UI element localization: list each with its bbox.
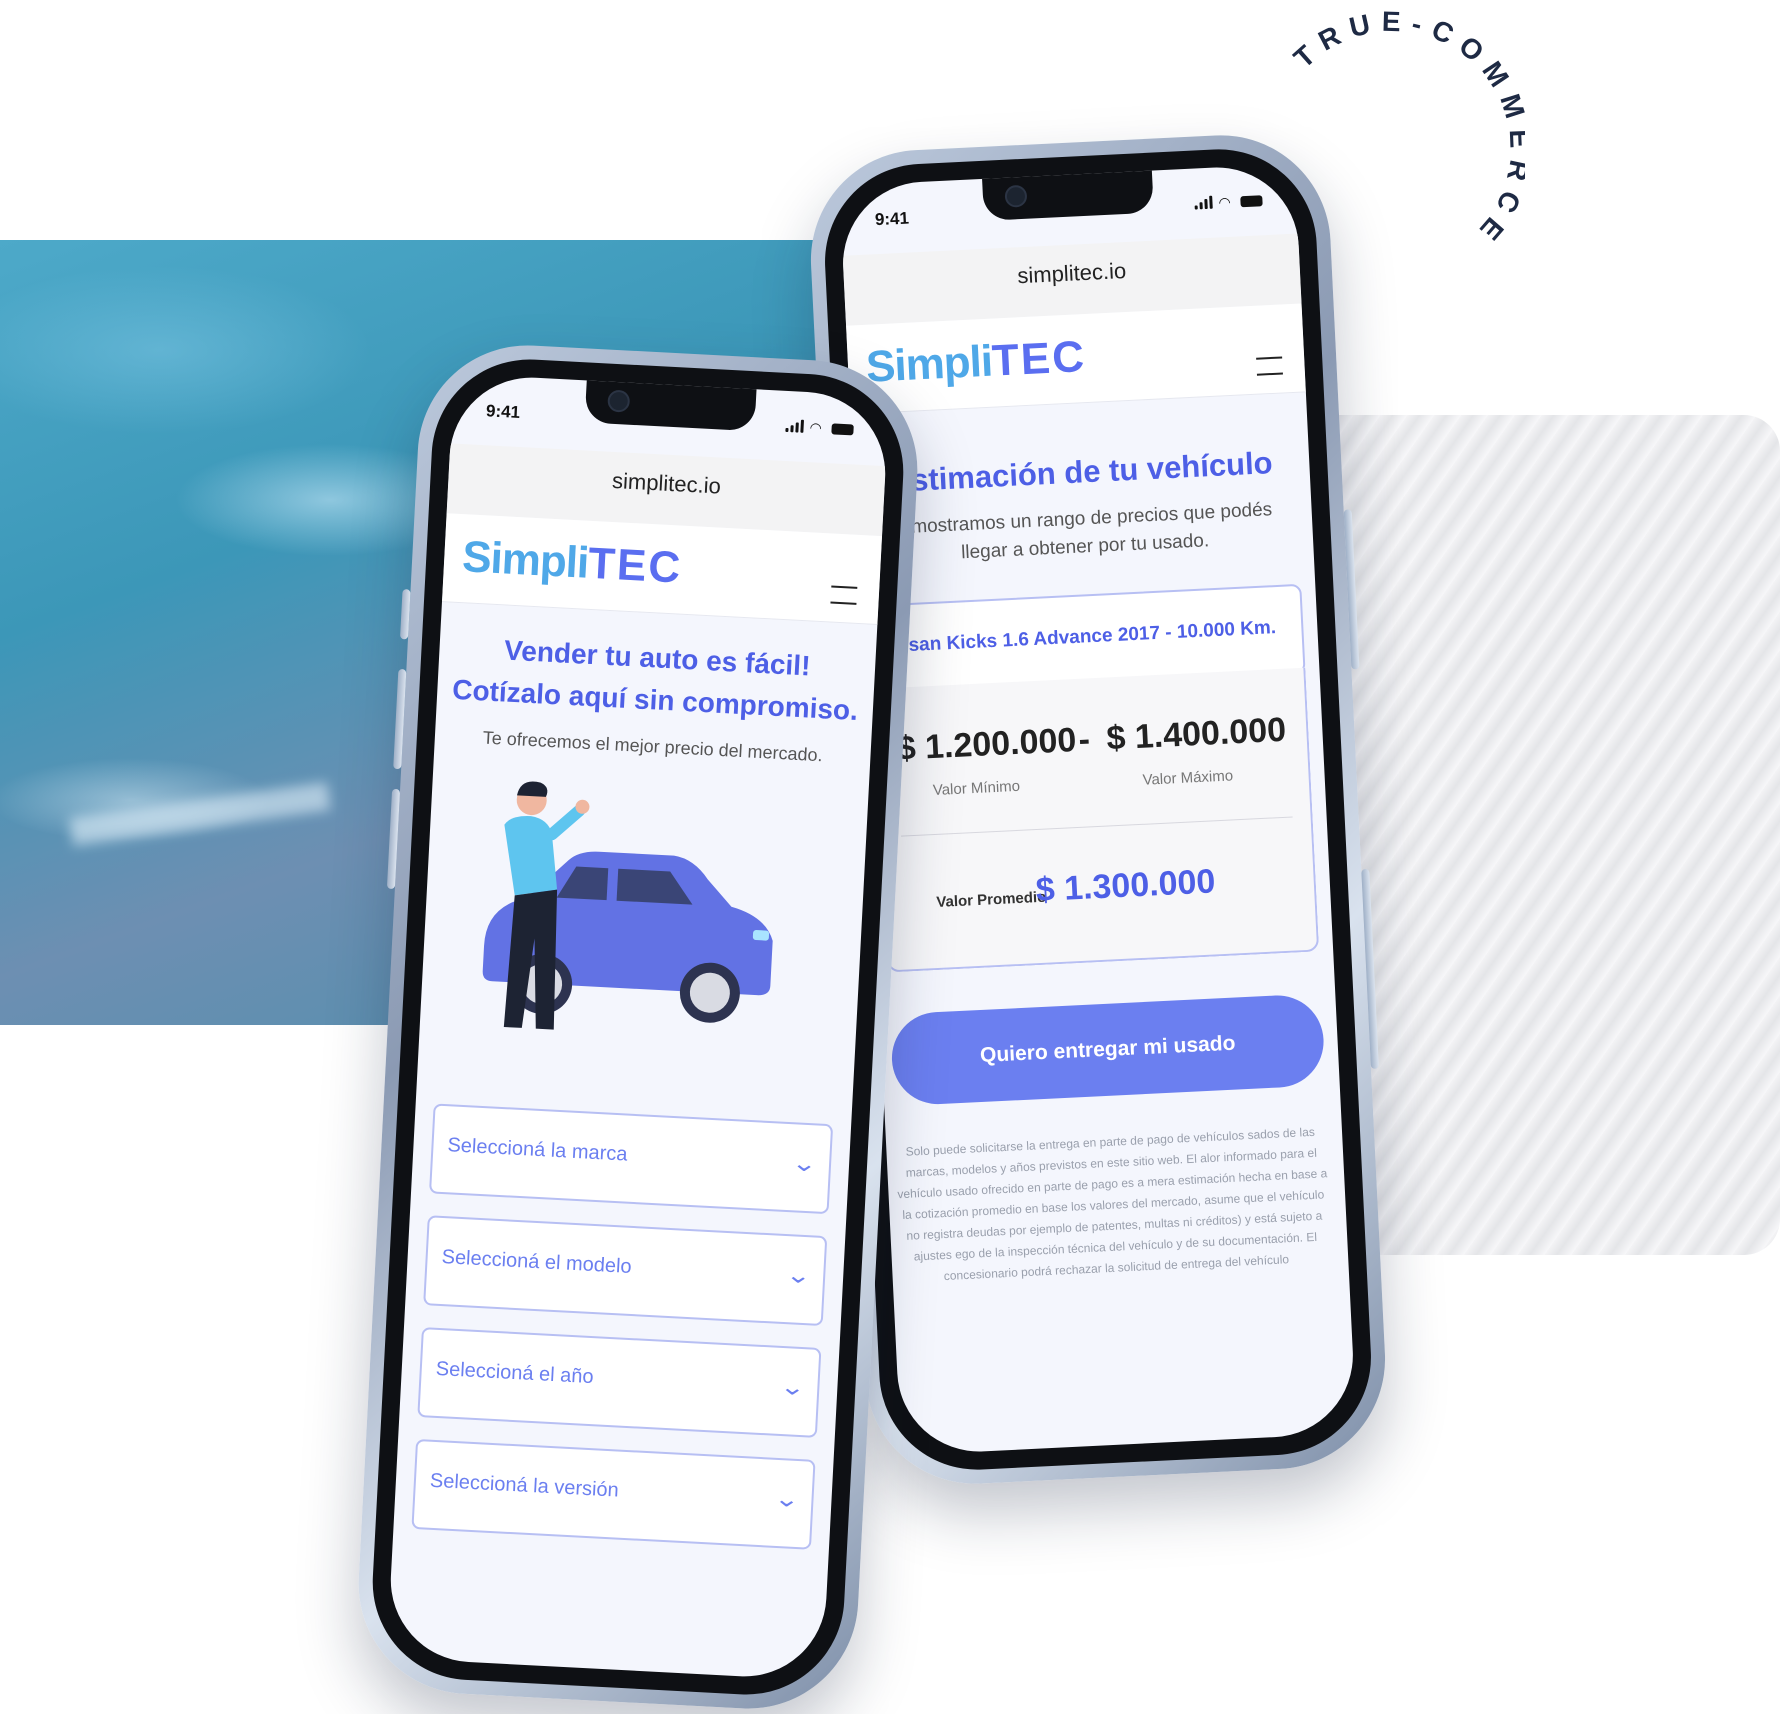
deliver-used-car-button[interactable]: Quiero entregar mi usado	[889, 993, 1326, 1107]
disclaimer-text: Solo puede solicitarse la entrega en par…	[897, 1124, 1328, 1284]
logo-main: Simpli	[461, 532, 590, 588]
model-select-placeholder: Seleccioná el modelo	[441, 1246, 633, 1278]
chevron-down-icon: ⌄	[772, 1485, 800, 1513]
url-text: simplitec.io	[611, 467, 722, 499]
model-select[interactable]: Seleccioná el modelo ⌄	[423, 1215, 828, 1327]
man-with-car-illustration	[482, 781, 773, 1030]
max-label: Valor Máximo	[1142, 767, 1234, 789]
chevron-down-icon: ⌄	[778, 1373, 806, 1401]
battery-icon	[831, 423, 854, 436]
wifi-icon: ◠	[809, 419, 823, 436]
url-text: simplitec.io	[1016, 257, 1127, 289]
page-title: Estimación de tu vehículo	[889, 445, 1274, 499]
chevron-down-icon: ⌄	[784, 1262, 812, 1289]
brand-select[interactable]: Seleccioná la marca ⌄	[429, 1103, 834, 1215]
subtitle: Te ofrecemos el mejor precio del mercado…	[482, 727, 824, 766]
version-select-placeholder: Seleccioná la versión	[429, 1469, 620, 1502]
version-select[interactable]: Seleccioná la versión ⌄	[411, 1438, 816, 1550]
wifi-icon: ◠	[1218, 193, 1232, 211]
signal-icon	[1194, 195, 1213, 210]
simplitec-logo[interactable]: SimpliTEC	[865, 332, 1087, 393]
divider	[901, 816, 1293, 837]
avg-value: $ 1.300.000	[1034, 862, 1217, 910]
mute-switch	[399, 589, 411, 640]
year-select-placeholder: Seleccioná el año	[435, 1357, 595, 1389]
chevron-down-icon: ⌄	[790, 1150, 818, 1177]
menu-icon[interactable]	[1256, 356, 1283, 376]
year-select[interactable]: Seleccioná el año ⌄	[417, 1327, 822, 1438]
range-separator: -	[1077, 720, 1091, 759]
simplitec-logo[interactable]: SimpliTEC	[461, 532, 683, 593]
signal-icon	[785, 419, 805, 433]
logo-main: Simpli	[864, 336, 994, 392]
max-value: $ 1.400.000	[1105, 710, 1287, 758]
phone-quote-form: 9:41 ◠ simplitec.io SimpliTEC Vender tu …	[353, 339, 923, 1714]
logo-accent: TEC	[586, 538, 684, 593]
logo-accent: TEC	[990, 332, 1088, 386]
min-value: $ 1.200.000	[895, 721, 1078, 768]
battery-icon	[1240, 195, 1263, 208]
brand-select-placeholder: Seleccioná la marca	[446, 1134, 628, 1166]
screen-quote: 9:41 ◠ simplitec.io SimpliTEC Vender tu …	[386, 373, 890, 1681]
status-time: 9:41	[874, 208, 910, 230]
avg-label: Valor Promedio	[935, 888, 1047, 911]
min-label: Valor Mínimo	[932, 777, 1021, 800]
screen-estimate: 9:41 ◠ simplitec.io SimpliTEC Estimación…	[839, 163, 1357, 1456]
status-time: 9:41	[485, 401, 521, 422]
price-range-card: $ 1.200.000 - $ 1.400.000 Valor Mínimo V…	[873, 667, 1320, 973]
menu-icon[interactable]	[830, 585, 858, 605]
